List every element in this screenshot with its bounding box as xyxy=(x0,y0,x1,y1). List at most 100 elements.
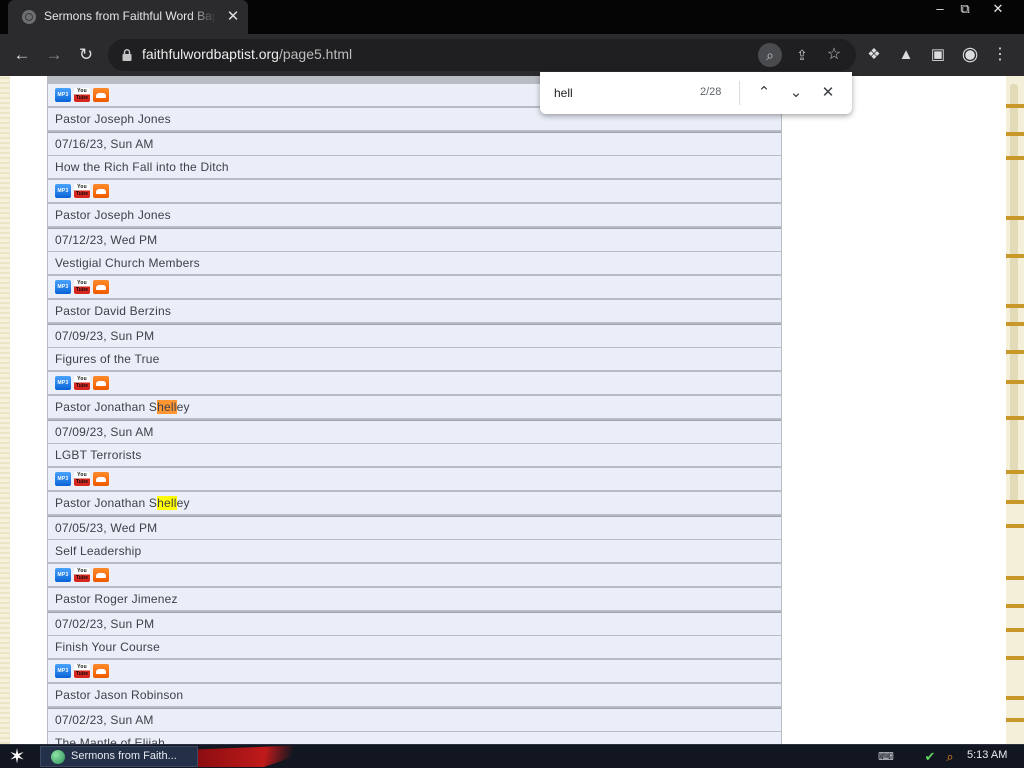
sermon-title[interactable]: The Mantle of Elijah xyxy=(55,736,165,744)
find-previous-icon[interactable]: ⌃ xyxy=(752,81,776,105)
star-icon[interactable]: ☆ xyxy=(822,43,846,67)
find-close-icon[interactable]: ✕ xyxy=(816,81,840,105)
sermon-title[interactable]: LGBT Terrorists xyxy=(55,448,142,462)
share-icon[interactable]: ⇪ xyxy=(790,43,814,67)
start-star-icon[interactable]: ✶ xyxy=(6,746,28,768)
yt-icon[interactable]: You Tube xyxy=(74,280,90,294)
decoration-line xyxy=(1006,526,1024,528)
media-links-row: MP3 You Tube xyxy=(48,564,781,586)
decoration-line xyxy=(1006,698,1024,700)
decoration-line xyxy=(1006,606,1024,608)
mp3-icon[interactable]: MP3 xyxy=(55,376,71,390)
sc-icon[interactable] xyxy=(93,376,109,390)
media-links: MP3 You Tube xyxy=(55,568,109,582)
preacher-row: Pastor Jason Robinson xyxy=(48,684,781,706)
yt-icon[interactable]: You Tube xyxy=(74,184,90,198)
date-row: 07/02/23, Sun PM xyxy=(48,612,781,635)
sermon-date: 07/09/23, Sun AM xyxy=(55,425,154,439)
yt-icon[interactable]: You Tube xyxy=(74,88,90,102)
sermon-title[interactable]: Vestigial Church Members xyxy=(55,256,200,270)
tab-sermons[interactable]: Sermons from Faithful Word Baptist ✕ xyxy=(8,0,248,34)
lock-icon xyxy=(122,49,132,61)
media-links: MP3 You Tube xyxy=(55,184,109,198)
sc-icon[interactable] xyxy=(93,568,109,582)
taskbar-item-browser[interactable]: Sermons from Faith... xyxy=(40,746,198,767)
sc-icon[interactable] xyxy=(93,280,109,294)
preacher-name: Pastor Jonathan Shelley xyxy=(55,400,190,414)
menu-icon[interactable]: ⋮ xyxy=(988,43,1012,67)
sermon-title[interactable]: How the Rich Fall into the Ditch xyxy=(55,160,229,174)
find-current-match: hell xyxy=(157,400,177,414)
side-panel-icon[interactable]: ▣ xyxy=(926,43,950,67)
profile-icon[interactable]: ◉ xyxy=(958,43,982,67)
window-close-button[interactable]: ✕ xyxy=(983,0,1013,18)
yt-icon[interactable]: You Tube xyxy=(74,376,90,390)
preacher-name: Pastor Jonathan Shelley xyxy=(55,496,190,510)
find-next-icon[interactable]: ⌄ xyxy=(784,81,808,105)
yt-icon[interactable]: You Tube xyxy=(74,568,90,582)
media-links: MP3 You Tube xyxy=(55,472,109,486)
media-links: MP3 You Tube xyxy=(55,664,109,678)
back-arrow-icon[interactable]: ← xyxy=(10,43,34,67)
find-input[interactable] xyxy=(554,85,684,101)
flask-icon[interactable]: ▲ xyxy=(894,43,918,67)
search-tray-icon[interactable]: ⌕ xyxy=(942,749,958,765)
decoration-line xyxy=(1006,324,1024,326)
mp3-icon[interactable]: MP3 xyxy=(55,664,71,678)
sermon-title[interactable]: Figures of the True xyxy=(55,352,160,366)
url-path: /page5.html xyxy=(278,46,353,62)
url-text: faithfulwordbaptist.org/page5.html xyxy=(142,46,352,62)
network-icon[interactable]: ✔ xyxy=(922,749,938,765)
sermon-title-row: Vestigial Church Members xyxy=(48,252,781,274)
decoration-line xyxy=(1006,418,1024,420)
yt-icon[interactable]: You Tube xyxy=(74,664,90,678)
sc-icon[interactable] xyxy=(93,88,109,102)
close-icon[interactable]: ✕ xyxy=(224,8,242,26)
decoration-line xyxy=(1006,106,1024,108)
taskbar: ✶ Sermons from Faith... ⌨ ✔ ⌕ 5:13 AM xyxy=(0,744,1024,768)
date-row: 07/12/23, Wed PM xyxy=(48,228,781,251)
find-in-page-icon[interactable]: ⌕ xyxy=(758,43,782,67)
sermon-title-row: The Mantle of Elijah xyxy=(48,732,781,744)
media-links-row: MP3 You Tube xyxy=(48,468,781,490)
sc-icon[interactable] xyxy=(93,472,109,486)
mp3-icon[interactable]: MP3 xyxy=(55,568,71,582)
taskbar-decoration xyxy=(198,745,308,767)
decoration-line xyxy=(1006,720,1024,722)
reload-icon[interactable]: ↻ xyxy=(74,43,98,67)
media-links-row: MP3 You Tube xyxy=(48,660,781,682)
date-row: 07/09/23, Sun AM xyxy=(48,420,781,443)
mp3-icon[interactable]: MP3 xyxy=(55,280,71,294)
mp3-icon[interactable]: MP3 xyxy=(55,184,71,198)
decoration-line xyxy=(1006,472,1024,474)
decoration-line xyxy=(1006,134,1024,136)
scrollbar-thumb[interactable] xyxy=(1010,84,1018,504)
sermon-date: 07/09/23, Sun PM xyxy=(55,329,155,343)
sermon-title[interactable]: Self Leadership xyxy=(55,544,141,558)
media-links: MP3 You Tube xyxy=(55,280,109,294)
date-row: 07/05/23, Wed PM xyxy=(48,516,781,539)
preacher-row: Pastor David Berzins xyxy=(48,300,781,322)
mp3-icon[interactable]: MP3 xyxy=(55,472,71,486)
forward-arrow-icon[interactable]: → xyxy=(42,43,66,67)
keyboard-icon[interactable]: ⌨ xyxy=(878,749,894,765)
sc-icon[interactable] xyxy=(93,664,109,678)
text-before-match: Pastor Jonathan S xyxy=(55,496,158,510)
taskbar-clock: 5:13 AM xyxy=(967,749,1008,761)
sc-icon[interactable] xyxy=(93,184,109,198)
restore-button[interactable]: ⧉ xyxy=(950,0,980,18)
sermon-date: 07/05/23, Wed PM xyxy=(55,521,158,535)
mp3-icon[interactable]: MP3 xyxy=(55,88,71,102)
preacher-row: Pastor Joseph Jones xyxy=(48,204,781,226)
sermon-title-row: How the Rich Fall into the Ditch xyxy=(48,156,781,178)
decoration-line xyxy=(1006,306,1024,308)
extensions-icon[interactable]: ❖ xyxy=(862,43,886,67)
sermon-title[interactable]: Finish Your Course xyxy=(55,640,160,654)
text-after-match: ey xyxy=(176,400,190,414)
sermon-date: 07/12/23, Wed PM xyxy=(55,233,158,247)
address-bar[interactable]: faithfulwordbaptist.org/page5.html ⌕ ⇪ ☆ xyxy=(108,39,856,71)
preacher-row: Pastor Jonathan Shelley xyxy=(48,396,781,418)
decoration-line xyxy=(1006,578,1024,580)
decoration-line xyxy=(1006,658,1024,660)
yt-icon[interactable]: You Tube xyxy=(74,472,90,486)
